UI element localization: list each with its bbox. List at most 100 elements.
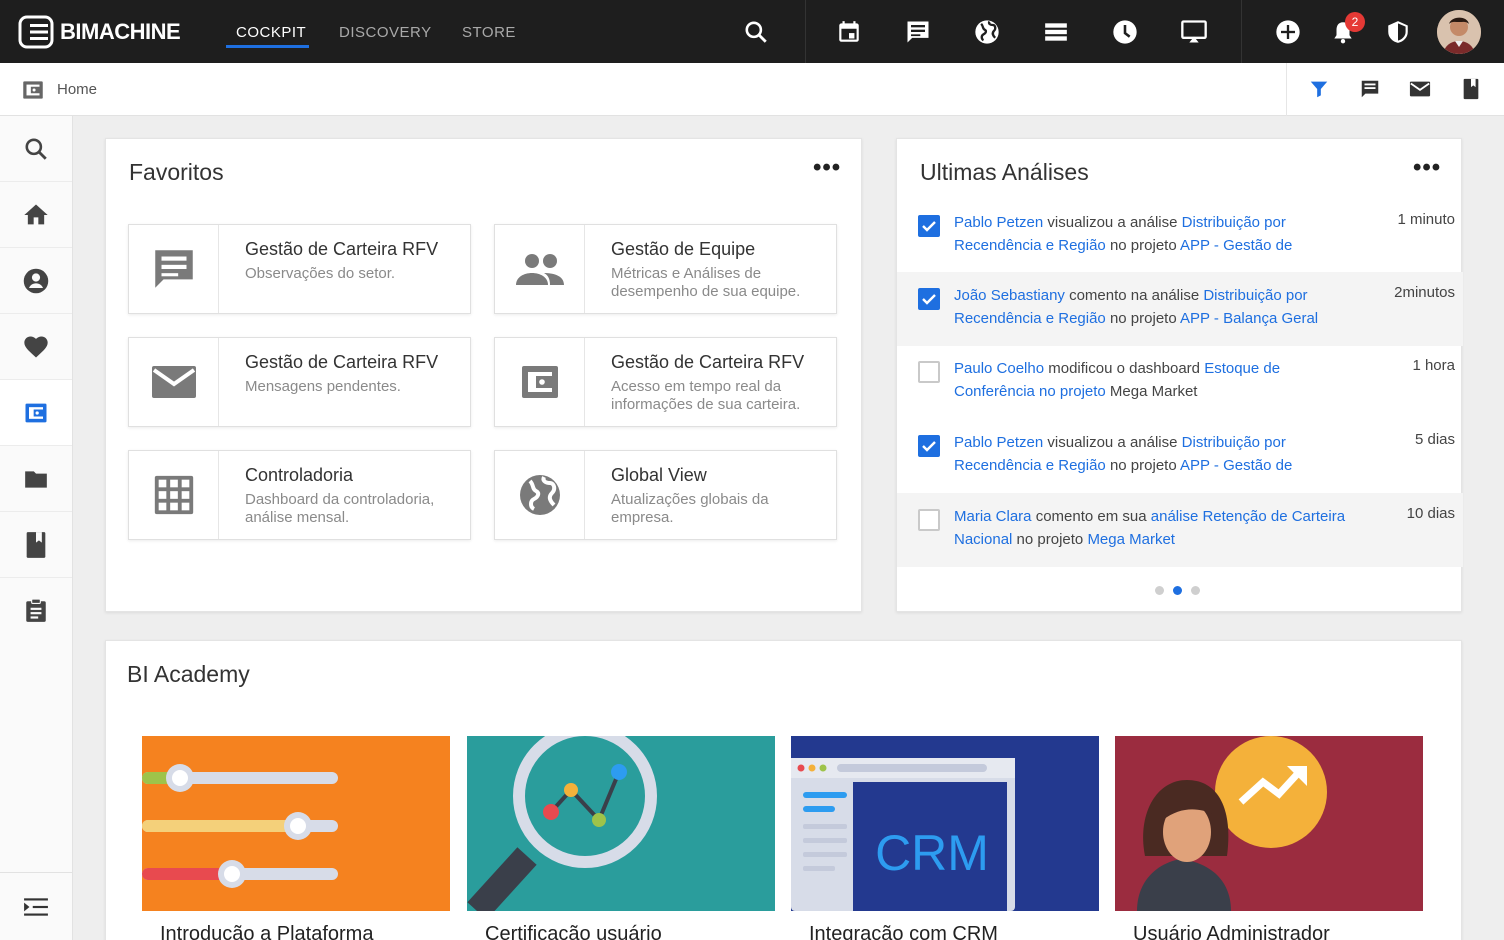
favorite-tile[interactable]: Controladoria Dashboard da controladoria… <box>128 450 471 540</box>
avatar[interactable] <box>1437 10 1481 54</box>
activity-time: 1 hora <box>1412 357 1455 374</box>
more-options-icon[interactable]: ••• <box>813 156 841 180</box>
favoritos-card: Favoritos ••• Gestão de Carteira RFV Obs… <box>105 138 862 612</box>
activity-link[interactable]: Mega Market <box>1087 531 1175 548</box>
course-card[interactable]: Certificação usuário <box>467 736 775 940</box>
activity-row[interactable]: Maria Clara comento em sua análise Reten… <box>897 493 1463 567</box>
calendar-icon[interactable] <box>834 17 864 47</box>
course-title: Integração com CRM <box>809 923 998 940</box>
cast-icon[interactable] <box>1179 17 1209 47</box>
activity-link[interactable]: Paulo Coelho <box>954 360 1044 377</box>
favorite-title: Gestão de Carteira RFV <box>245 352 439 372</box>
course-title: Usuário Administrador <box>1133 923 1330 940</box>
academy-title: BI Academy <box>127 661 250 687</box>
comment-icon[interactable] <box>1358 77 1382 101</box>
activity-link[interactable]: Pablo Petzen <box>954 434 1043 451</box>
add-icon[interactable] <box>1273 17 1303 47</box>
pagination-dot[interactable] <box>1173 586 1182 595</box>
favorite-description: Acesso em tempo real da informações de s… <box>611 378 801 413</box>
check-icon <box>922 294 936 305</box>
sidebar-item-wallet[interactable] <box>0 380 72 446</box>
checkbox[interactable] <box>918 361 940 383</box>
top-navbar: BIMACHINE COCKPIT DISCOVERY STORE 2 <box>0 0 1504 63</box>
wallet-icon <box>521 366 558 398</box>
activity-row[interactable]: Pablo Petzen visualizou a análise Distri… <box>897 199 1463 273</box>
globe-icon[interactable] <box>972 17 1002 47</box>
checkbox[interactable] <box>918 215 940 237</box>
sidebar-item-favorites[interactable] <box>0 314 72 380</box>
activity-time: 10 dias <box>1406 505 1455 522</box>
search-icon[interactable] <box>741 17 771 47</box>
checkbox[interactable] <box>918 509 940 531</box>
activity-text-part: Mega Market <box>1105 383 1198 400</box>
activity-text-part: comento na análise <box>1064 287 1204 304</box>
bi-academy-card: BI Academy Introdução a Plataforma Certi… <box>105 640 1462 940</box>
favorite-title: Gestão de Carteira RFV <box>245 239 439 259</box>
search-icon <box>25 137 47 160</box>
activity-text-part: no projeto <box>1012 531 1088 548</box>
list-icon[interactable] <box>1041 17 1071 47</box>
check-icon <box>922 441 936 452</box>
activity-link[interactable]: APP - Gestão de <box>1180 237 1292 254</box>
favorite-description: Métricas e Análises de desempenho de sua… <box>611 265 801 300</box>
favorite-tile[interactable]: Gestão de Carteira RFV Mensagens pendent… <box>128 337 471 427</box>
sidebar-item-book[interactable] <box>0 512 72 578</box>
pagination-dot[interactable] <box>1155 586 1164 595</box>
globe-icon <box>519 475 560 515</box>
activity-link[interactable]: APP - Balança Geral <box>1180 310 1318 327</box>
filter-icon[interactable] <box>1307 77 1331 101</box>
activity-row[interactable]: Paulo Coelho modificou o dashboard Estoq… <box>897 345 1463 419</box>
crm-illustration: CRM <box>791 736 1099 911</box>
folder-icon <box>25 470 47 488</box>
activity-text-part: comento em sua <box>1031 508 1151 525</box>
activity-row[interactable]: João Sebastiany comento na análise Distr… <box>897 272 1463 346</box>
tab-store[interactable]: STORE <box>462 24 516 41</box>
divider <box>805 0 806 63</box>
analytics-magnifier-illustration <box>467 736 775 911</box>
favorite-tile[interactable]: Gestão de Equipe Métricas e Análises de … <box>494 224 837 314</box>
activity-text: João Sebastiany comento na análise Distr… <box>954 284 1364 330</box>
brand-logo[interactable]: BIMACHINE <box>18 14 181 50</box>
course-card[interactable]: Introdução a Plataforma <box>142 736 450 940</box>
activity-text: Paulo Coelho modificou o dashboard Estoq… <box>954 357 1364 403</box>
sidebar-item-search[interactable] <box>0 116 72 182</box>
activity-link[interactable]: Maria Clara <box>954 508 1032 525</box>
activity-link[interactable]: Pablo Petzen <box>954 214 1043 231</box>
activity-link[interactable]: João Sebastiany <box>954 287 1065 304</box>
activity-text: Pablo Petzen visualizou a análise Distri… <box>954 431 1364 477</box>
heart-icon <box>24 336 48 357</box>
activity-text-part: visualizou a análise <box>1043 434 1182 451</box>
activity-text: Maria Clara comento em sua análise Reten… <box>954 505 1364 551</box>
logo-icon <box>18 15 54 49</box>
checkbox[interactable] <box>918 288 940 310</box>
sidebar-item-home[interactable] <box>0 182 72 248</box>
course-card[interactable]: Usuário Administrador <box>1115 736 1423 940</box>
more-options-icon[interactable]: ••• <box>1413 156 1441 180</box>
pagination-dot[interactable] <box>1191 586 1200 595</box>
tab-discovery[interactable]: DISCOVERY <box>339 24 432 41</box>
favorite-tile[interactable]: Gestão de Carteira RFV Acesso em tempo r… <box>494 337 837 427</box>
course-title: Certificação usuário <box>485 923 662 940</box>
sidebar-item-folder[interactable] <box>0 446 72 512</box>
book-icon[interactable] <box>1459 77 1483 101</box>
sidebar-item-clipboard[interactable] <box>0 578 72 644</box>
favorite-tile[interactable]: Global View Atualizações globais da empr… <box>494 450 837 540</box>
tab-cockpit[interactable]: COCKPIT <box>236 24 306 41</box>
activity-time: 5 dias <box>1414 431 1455 448</box>
sidebar-item-account[interactable] <box>0 248 72 314</box>
activity-row[interactable]: Pablo Petzen visualizou a análise Distri… <box>897 419 1463 493</box>
checkbox[interactable] <box>918 435 940 457</box>
message-icon[interactable] <box>903 17 933 47</box>
activity-link[interactable]: APP - Gestão de <box>1180 457 1292 474</box>
mail-icon[interactable] <box>1408 77 1432 101</box>
clock-icon[interactable] <box>1110 17 1140 47</box>
favorite-description: Dashboard da controladoria, análise mens… <box>245 491 435 526</box>
sidebar-expand-button[interactable] <box>0 872 72 940</box>
analises-title: Ultimas Análises <box>920 159 1089 185</box>
menu-open-icon <box>24 897 48 916</box>
course-card[interactable]: CRM Integração com CRM <box>791 736 1099 940</box>
grid-icon <box>154 475 193 515</box>
crm-art-text: CRM <box>875 825 989 881</box>
shield-icon[interactable] <box>1383 17 1413 47</box>
favorite-tile[interactable]: Gestão de Carteira RFV Observações do se… <box>128 224 471 314</box>
